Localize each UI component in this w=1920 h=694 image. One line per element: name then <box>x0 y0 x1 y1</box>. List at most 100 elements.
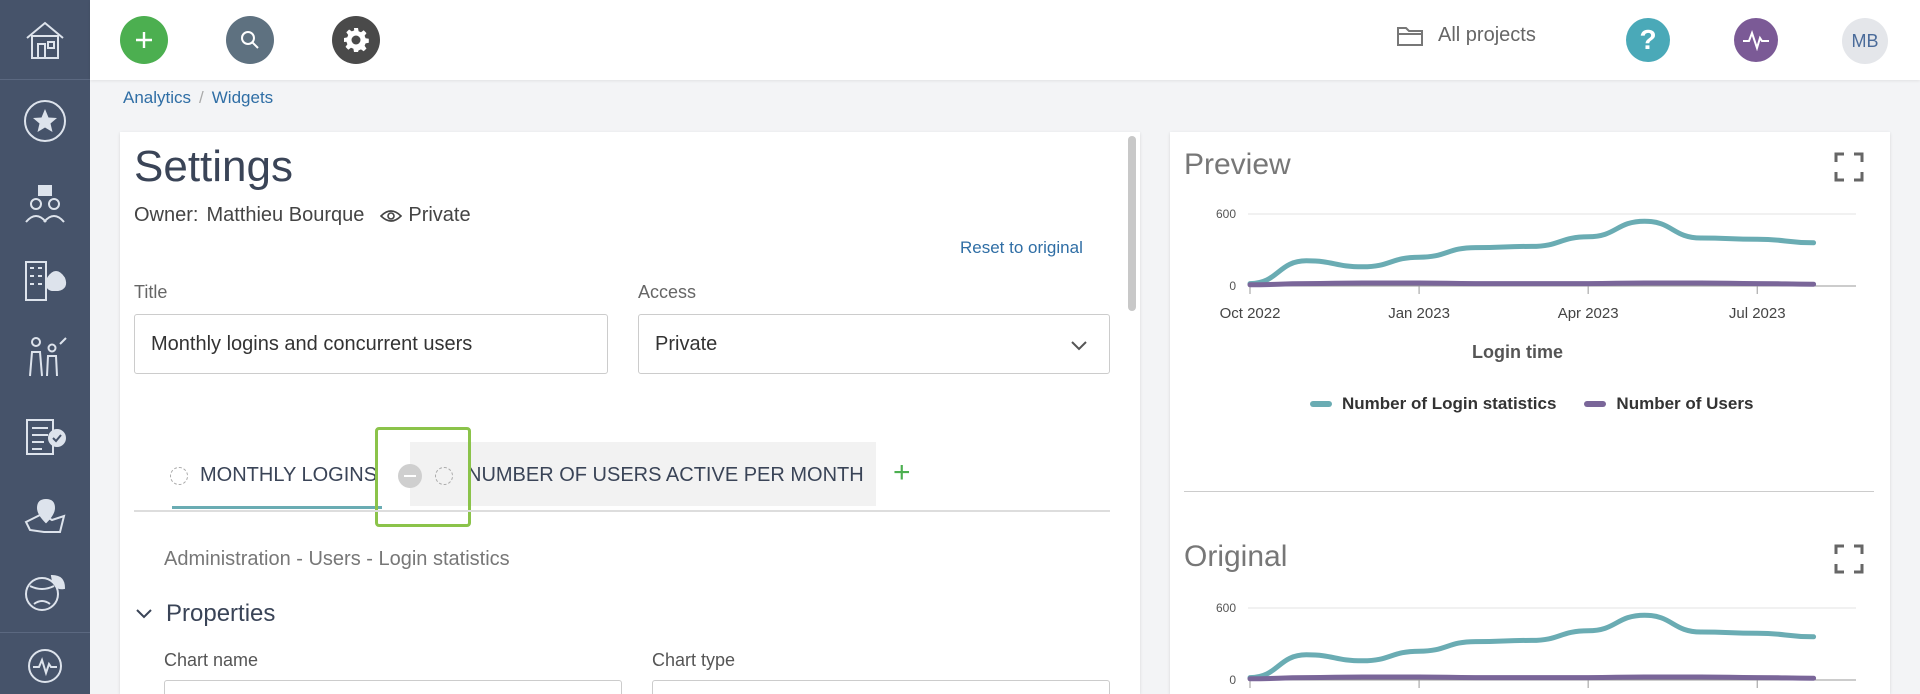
chart-type-label: Chart type <box>652 650 736 670</box>
chevron-down-icon <box>136 609 152 619</box>
users-chat-icon <box>25 185 65 223</box>
preview-panel: Preview 600 0 Oct 2022 Jan 2023 Apr 2023 Jul … <box>1170 132 1890 694</box>
series-line <box>1247 612 1817 681</box>
preview-chart: 600 0 Oct 2022 Jan 2023 Apr 2023 Jul 2023 <box>1216 207 1856 322</box>
x-tick-label: Jan 2023 <box>1388 305 1450 322</box>
tab-users-active-label: Number of users active per month <box>467 464 864 486</box>
map-pin-icon <box>24 498 66 533</box>
properties-section-toggle[interactable]: Properties <box>134 600 275 628</box>
owner-info: Owner: Matthieu Bourque Private <box>134 204 471 227</box>
buildings-nav[interactable] <box>0 258 90 302</box>
active-tab-indicator <box>172 506 382 509</box>
add-tab-button[interactable]: + <box>893 456 911 490</box>
add-button[interactable] <box>120 16 168 64</box>
owner-name: Matthieu Bourque <box>206 204 365 226</box>
original-chart: 600 0 <box>1216 601 1856 688</box>
avatar-initials: MB <box>1851 30 1879 51</box>
original-title: Original <box>1184 540 1288 573</box>
x-tick-label: Oct 2022 <box>1220 305 1281 322</box>
help-button[interactable]: ? <box>1626 18 1670 62</box>
activity-button[interactable] <box>1734 18 1778 62</box>
left-nav-rail <box>0 0 90 694</box>
visibility-label: Private <box>408 204 471 226</box>
all-projects-selector[interactable]: All projects <box>1396 24 1536 47</box>
breadcrumb-widgets[interactable]: Widgets <box>212 88 273 107</box>
series-line <box>1247 218 1817 287</box>
reset-to-original-link[interactable]: Reset to original <box>960 238 1083 258</box>
owner-label: Owner: <box>134 204 199 226</box>
favorites-button[interactable] <box>0 98 90 144</box>
page-title: Settings <box>134 142 293 191</box>
legend-label: Number of Login statistics <box>1342 394 1557 413</box>
y-tick-label: 0 <box>1229 673 1236 687</box>
settings-scrollbar[interactable] <box>1128 136 1136 311</box>
tabs-divider <box>134 510 1110 512</box>
search-button[interactable] <box>226 16 274 64</box>
chevron-down-icon <box>1071 341 1087 351</box>
tab-monthly-logins[interactable]: Monthly logins <box>170 464 377 487</box>
series-line <box>1247 674 1817 682</box>
activity-nav[interactable] <box>0 648 90 684</box>
legend-item-users[interactable]: Number of Users <box>1584 394 1753 414</box>
x-tick-label: Jul 2023 <box>1729 305 1786 322</box>
drag-handle-icon[interactable] <box>170 466 188 485</box>
title-label: Title <box>134 282 168 302</box>
legend-label: Number of Users <box>1616 394 1754 413</box>
access-label: Access <box>638 282 697 302</box>
chart-type-select[interactable] <box>652 680 1110 694</box>
chart-name-label: Chart name <box>164 650 259 670</box>
checklist-icon <box>26 419 66 455</box>
title-input-value: Monthly logins and concurrent users <box>151 332 473 355</box>
settings-button[interactable] <box>332 16 380 64</box>
series-line <box>1247 280 1817 288</box>
all-projects-label: All projects <box>1438 24 1536 46</box>
breadcrumb-separator: / <box>199 88 204 107</box>
environment-nav[interactable] <box>0 570 90 616</box>
map-nav[interactable] <box>0 496 90 536</box>
legend-swatch <box>1584 401 1607 407</box>
pulse-icon <box>1743 30 1769 51</box>
top-bar: All projects ? MB <box>90 0 1920 80</box>
x-axis-label: Login time <box>1472 342 1563 362</box>
tab-monthly-logins-label: Monthly logins <box>200 464 378 486</box>
y-tick-label: 600 <box>1216 207 1236 221</box>
star-icon <box>24 100 66 142</box>
breadcrumb: Analytics / Widgets <box>123 88 273 108</box>
settings-panel: Settings Owner: Matthieu Bourque Private… <box>120 132 1140 694</box>
family-icon <box>29 337 67 377</box>
y-tick-label: 600 <box>1216 601 1236 615</box>
question-icon: ? <box>1639 24 1657 55</box>
panel-divider <box>1184 491 1874 492</box>
data-source-path: Administration - Users - Login statistic… <box>164 548 510 570</box>
preview-title: Preview <box>1184 148 1291 181</box>
home-icon <box>26 21 64 59</box>
activity-icon <box>28 649 62 683</box>
eye-icon <box>380 209 403 222</box>
chart-legend: Number of Login statistics Number of Use… <box>1310 394 1753 414</box>
y-tick-label: 0 <box>1229 279 1236 293</box>
users-nav[interactable] <box>0 184 90 224</box>
access-select[interactable]: Private <box>638 314 1110 374</box>
chart-name-input[interactable] <box>164 680 622 694</box>
tasks-nav[interactable] <box>0 414 90 458</box>
search-icon <box>241 31 259 49</box>
legend-item-logins[interactable]: Number of Login statistics <box>1310 394 1556 414</box>
people-nav[interactable] <box>0 334 90 378</box>
fullscreen-icon[interactable] <box>1834 544 1864 574</box>
user-avatar[interactable]: MB <box>1842 18 1888 64</box>
tab-users-active[interactable]: Number of users active per month <box>435 464 864 487</box>
folder-icon <box>1397 26 1423 46</box>
highlight-box <box>375 427 471 527</box>
visibility-indicator: Private <box>380 204 471 227</box>
breadcrumb-analytics[interactable]: Analytics <box>123 88 191 107</box>
building-icon <box>25 261 67 301</box>
legend-swatch <box>1310 401 1332 407</box>
leaf-globe-icon <box>25 574 66 611</box>
properties-heading: Properties <box>166 600 276 627</box>
fullscreen-icon[interactable] <box>1834 152 1864 182</box>
gear-icon <box>344 28 369 52</box>
home-button[interactable] <box>0 0 90 80</box>
x-tick-label: Apr 2023 <box>1558 305 1619 322</box>
plus-icon <box>136 32 152 48</box>
title-input[interactable]: Monthly logins and concurrent users <box>134 314 608 374</box>
